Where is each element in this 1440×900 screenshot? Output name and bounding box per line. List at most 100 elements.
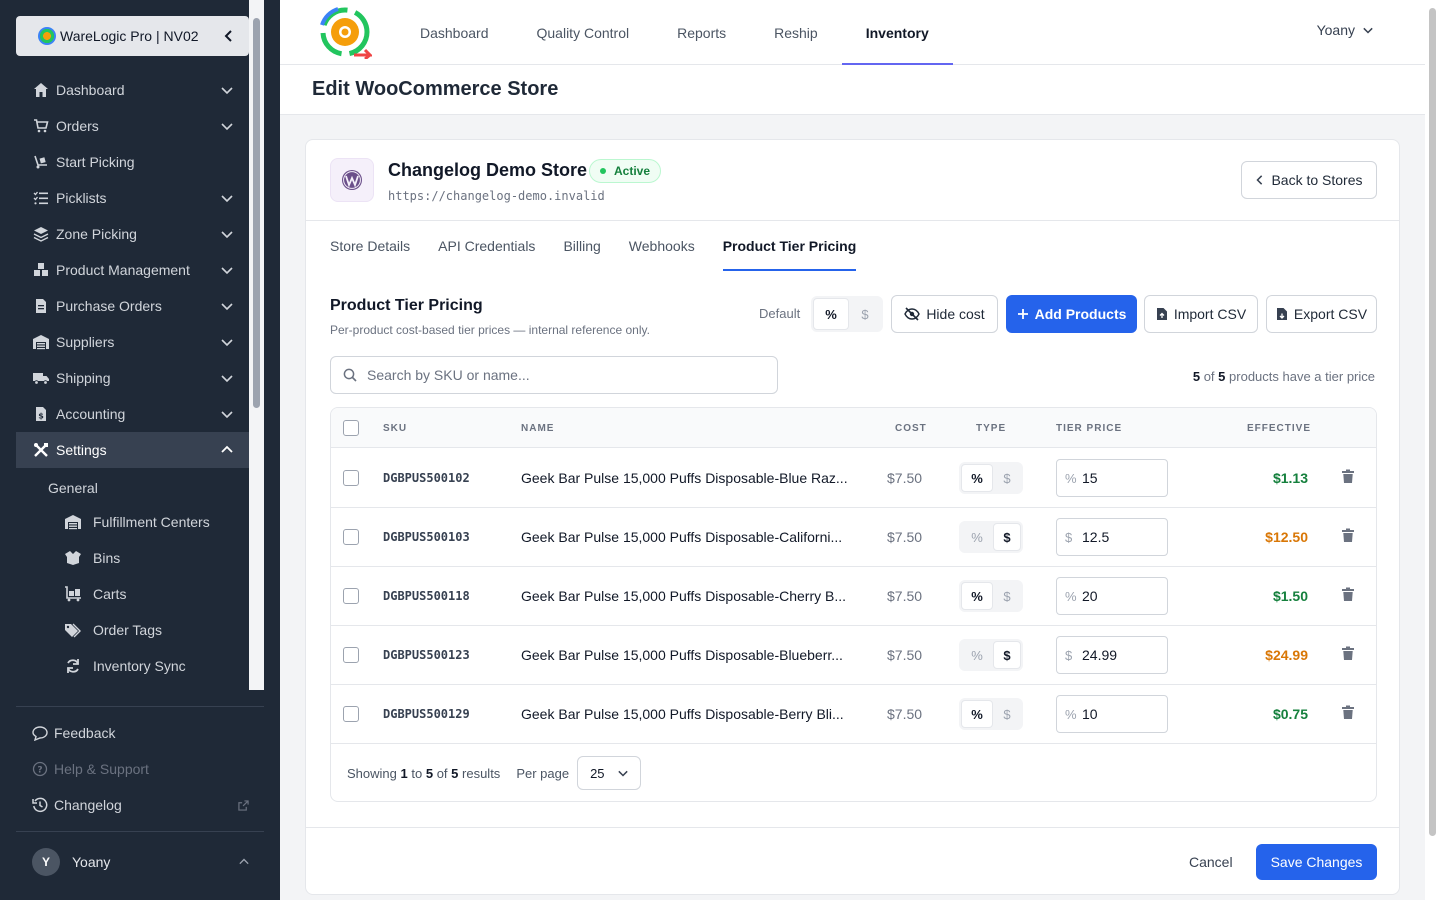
sidebar-item-purchase-orders[interactable]: Purchase Orders: [16, 288, 249, 324]
sidebar-item-zone-picking[interactable]: Zone Picking: [16, 216, 249, 252]
import-csv-button[interactable]: Import CSV: [1144, 295, 1258, 333]
tier-price-input[interactable]: $24.99: [1056, 636, 1168, 674]
tier-price-value: 10: [1082, 706, 1098, 722]
tab-store-details[interactable]: Store Details: [330, 221, 410, 271]
back-to-stores-button[interactable]: Back to Stores: [1241, 161, 1377, 199]
trash-icon[interactable]: [1341, 705, 1355, 720]
chevron-left-icon[interactable]: [223, 30, 235, 42]
default-percent-option[interactable]: %: [813, 298, 849, 330]
brand-logo-icon: [38, 27, 56, 45]
sidebar-item-suppliers[interactable]: Suppliers: [16, 324, 249, 360]
wordpress-icon: [330, 158, 374, 202]
sidebar-item-label: Bins: [93, 550, 121, 566]
to-word: to: [411, 765, 423, 781]
hide-cost-button[interactable]: Hide cost: [891, 295, 998, 333]
trash-icon[interactable]: [1341, 587, 1355, 602]
trash-icon[interactable]: [1341, 646, 1355, 661]
type-dollar-option[interactable]: $: [993, 523, 1021, 551]
cancel-button[interactable]: Cancel: [1189, 854, 1233, 870]
per-page-select[interactable]: 25: [577, 756, 642, 790]
sidebar-item-bins[interactable]: Bins: [64, 540, 120, 576]
sidebar-item-product-management[interactable]: Product Management: [16, 252, 249, 288]
page-scrollbar-thumb[interactable]: [1429, 8, 1436, 836]
top-tab-dashboard[interactable]: Dashboard: [396, 0, 513, 65]
sidebar-help-support[interactable]: ? Help & Support: [32, 751, 249, 787]
sidebar-feedback[interactable]: Feedback: [32, 715, 249, 751]
tab-product-tier-pricing[interactable]: Product Tier Pricing: [722, 221, 856, 271]
page-scrollbar[interactable]: [1425, 0, 1440, 900]
export-csv-button[interactable]: Export CSV: [1266, 295, 1377, 333]
sidebar-item-fulfillment-centers[interactable]: Fulfillment Centers: [64, 504, 210, 540]
row-name: Geek Bar Pulse 15,000 Puffs Disposable-C…: [521, 588, 847, 604]
sidebar-group-general[interactable]: General: [48, 480, 98, 496]
chevron-down-icon: [221, 87, 233, 95]
default-type-toggle: % $: [811, 296, 883, 332]
row-effective-price: $12.50: [1265, 529, 1308, 545]
row-type-toggle: % $: [959, 580, 1023, 612]
trash-icon[interactable]: [1341, 469, 1355, 484]
chevron-up-icon: [239, 858, 249, 865]
add-products-button[interactable]: Add Products: [1006, 295, 1137, 333]
type-percent-option[interactable]: %: [961, 582, 993, 610]
chevron-down-icon: [221, 195, 233, 203]
layers-icon: [32, 225, 50, 243]
row-checkbox[interactable]: [343, 706, 359, 722]
row-type-toggle: % $: [959, 462, 1023, 494]
type-dollar-option[interactable]: $: [993, 641, 1021, 669]
chevron-down-icon: [221, 411, 233, 419]
top-tab-quality-control[interactable]: Quality Control: [513, 0, 654, 65]
type-percent-option[interactable]: %: [961, 523, 993, 551]
row-checkbox[interactable]: [343, 529, 359, 545]
chevron-down-icon: [221, 339, 233, 347]
sidebar-item-picklists[interactable]: Picklists: [16, 180, 249, 216]
type-dollar-option[interactable]: $: [993, 582, 1021, 610]
sidebar-item-orders[interactable]: Orders: [16, 108, 249, 144]
chevron-down-icon: [618, 770, 628, 777]
truck-icon: [32, 369, 50, 387]
sidebar-item-carts[interactable]: Carts: [64, 576, 126, 612]
column-sku[interactable]: SKU: [383, 423, 407, 434]
sidebar-item-order-tags[interactable]: Order Tags: [64, 612, 162, 648]
column-name[interactable]: NAME: [521, 423, 554, 434]
column-cost[interactable]: COST: [895, 423, 927, 434]
sidebar-item-settings[interactable]: Settings: [16, 432, 249, 468]
home-icon: [32, 81, 50, 99]
top-tab-inventory[interactable]: Inventory: [841, 0, 953, 65]
default-dollar-option[interactable]: $: [849, 298, 881, 330]
trash-icon[interactable]: [1341, 528, 1355, 543]
type-dollar-option[interactable]: $: [993, 700, 1021, 728]
save-changes-button[interactable]: Save Changes: [1256, 844, 1377, 880]
top-tab-reports[interactable]: Reports: [653, 0, 750, 65]
tab-billing[interactable]: Billing: [563, 221, 600, 271]
sidebar-changelog[interactable]: Changelog: [32, 787, 249, 823]
app-logo-icon[interactable]: [318, 5, 372, 59]
select-all-checkbox[interactable]: [343, 420, 359, 436]
top-tab-reship[interactable]: Reship: [750, 0, 842, 65]
sidebar-item-accounting[interactable]: $ Accounting: [16, 396, 249, 432]
sidebar-scrollbar[interactable]: [249, 0, 264, 690]
tab-webhooks[interactable]: Webhooks: [629, 221, 695, 271]
search-input[interactable]: [367, 367, 767, 383]
sidebar-item-shipping[interactable]: Shipping: [16, 360, 249, 396]
row-checkbox[interactable]: [343, 647, 359, 663]
sidebar-item-dashboard[interactable]: Dashboard: [16, 72, 249, 108]
tab-api-credentials[interactable]: API Credentials: [438, 221, 535, 271]
type-percent-option[interactable]: %: [961, 464, 993, 492]
tier-price-input[interactable]: % 15: [1056, 459, 1168, 497]
tier-price-input[interactable]: % 10: [1056, 695, 1168, 733]
sidebar-scrollbar-thumb[interactable]: [253, 18, 260, 408]
sidebar-item-start-picking[interactable]: Start Picking: [16, 144, 249, 180]
type-percent-option[interactable]: %: [961, 641, 993, 669]
row-checkbox[interactable]: [343, 588, 359, 604]
sidebar-item-label: Shipping: [56, 370, 111, 386]
brand-switcher[interactable]: WareLogic Pro | NV02: [16, 16, 249, 56]
sidebar-item-inventory-sync[interactable]: Inventory Sync: [64, 648, 186, 684]
tier-price-input[interactable]: $12.5: [1056, 518, 1168, 556]
top-user-menu[interactable]: Yoany: [1317, 22, 1373, 38]
type-dollar-option[interactable]: $: [993, 464, 1021, 492]
row-checkbox[interactable]: [343, 470, 359, 486]
file-import-icon: [1156, 308, 1167, 320]
type-percent-option[interactable]: %: [961, 700, 993, 728]
sidebar-user-menu[interactable]: Y Yoany: [32, 847, 249, 877]
tier-price-input[interactable]: % 20: [1056, 577, 1168, 615]
